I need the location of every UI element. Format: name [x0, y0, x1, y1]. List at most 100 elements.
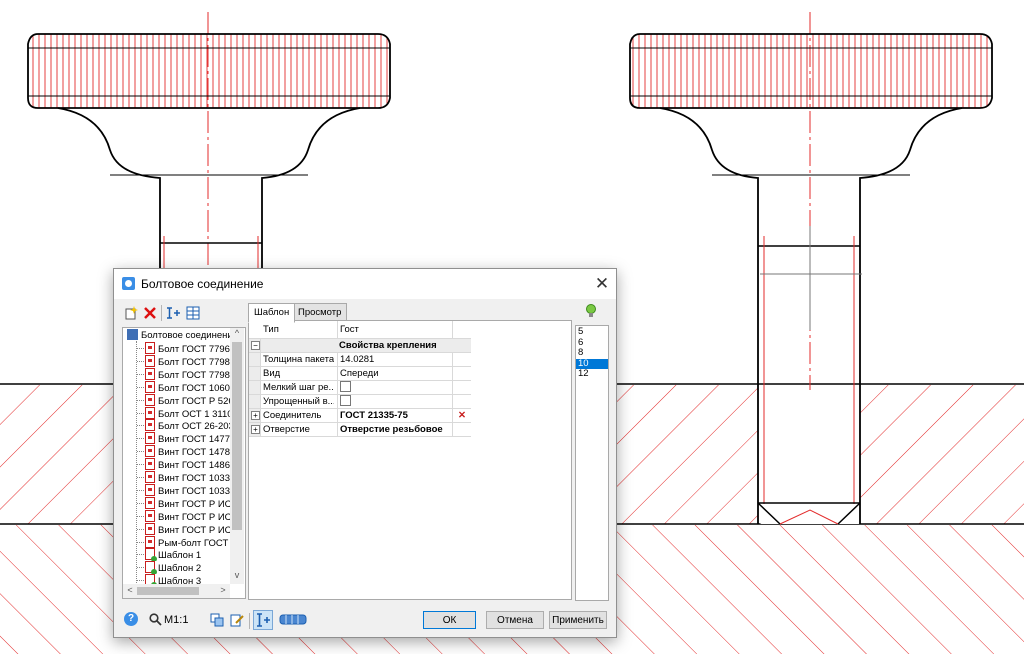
- tree-item[interactable]: Болт ОСТ 1 31104: [137, 406, 232, 420]
- col-gost-header: Гост: [337, 321, 452, 338]
- tree-item[interactable]: Болт ГОСТ 7798-70: [137, 354, 232, 368]
- app-icon: [122, 277, 135, 290]
- toolbar-separator: [161, 305, 162, 321]
- tree-item[interactable]: Винт ГОСТ 10339: [137, 483, 232, 497]
- scroll-right-icon[interactable]: >: [216, 585, 230, 595]
- tree-item-template[interactable]: Шаблон 2: [137, 561, 232, 575]
- grid-row[interactable]: Мелкий шаг ре...: [249, 381, 471, 395]
- new-connection-icon[interactable]: [123, 305, 139, 321]
- size-option[interactable]: 8: [576, 348, 608, 358]
- property-label: Вид: [263, 368, 281, 379]
- tree-root[interactable]: Болтовое соединения: [127, 329, 238, 342]
- tree-item[interactable]: Винт ГОСТ 1478-93: [137, 445, 232, 458]
- fastener-doc-icon: [145, 342, 155, 354]
- checkbox[interactable]: [340, 381, 351, 392]
- section-title: Свойства крепления: [339, 340, 437, 351]
- tree-item[interactable]: Рым-болт ГОСТ 4751: [137, 535, 232, 549]
- tree-item-template[interactable]: Шаблон 1: [137, 548, 232, 562]
- tree-item-label: Болт ОСТ 26-2037: [158, 421, 232, 433]
- collapse-icon[interactable]: −: [251, 341, 260, 350]
- fastener-doc-icon: [145, 367, 155, 380]
- help-icon[interactable]: ?: [124, 612, 138, 626]
- delete-icon[interactable]: [142, 305, 158, 321]
- template-icon: [145, 561, 157, 575]
- tree-item-label: Винт ГОСТ Р ИСО: [158, 511, 232, 523]
- expand-icon[interactable]: +: [251, 411, 260, 420]
- tree-item[interactable]: Винт ГОСТ 1477-93: [137, 432, 232, 445]
- tree-item[interactable]: Болт ГОСТ 7796-70: [137, 342, 232, 355]
- insert-bolt-icon[interactable]: [165, 305, 181, 321]
- size-option[interactable]: 12: [576, 369, 608, 379]
- fastener-doc-icon: [145, 471, 155, 483]
- hscroll-thumb[interactable]: [137, 587, 199, 595]
- tree-item[interactable]: Винт ГОСТ Р ИСО: [137, 509, 232, 523]
- zoom-icon[interactable]: [149, 613, 162, 626]
- tree-item[interactable]: Винт ГОСТ 10338: [137, 471, 232, 484]
- tree-item[interactable]: Болт ГОСТ 7798-70: [137, 367, 232, 381]
- size-list[interactable]: 5 6 8 10 12: [575, 325, 609, 601]
- dialog-title: Болтовое соединение: [141, 277, 264, 291]
- ok-button[interactable]: ОК: [423, 611, 476, 629]
- property-label: Отверстие: [263, 424, 310, 435]
- connection-tree[interactable]: Болтовое соединения Болт ГОСТ 7796-70Бол…: [122, 327, 246, 599]
- checkbox[interactable]: [340, 395, 351, 406]
- row-action-cell: [452, 423, 471, 436]
- tree-item[interactable]: Винт ГОСТ Р ИСО: [137, 522, 232, 536]
- tree-horizontal-scrollbar[interactable]: < >: [123, 584, 230, 598]
- edit-icon[interactable]: [230, 613, 244, 627]
- dialog-titlebar[interactable]: Болтовое соединение ✕: [114, 269, 616, 299]
- template-icon: [145, 548, 157, 562]
- lightbulb-icon[interactable]: [584, 303, 598, 319]
- grid-row[interactable]: − Свойства крепления: [249, 339, 471, 353]
- fastener-doc-icon: [145, 535, 155, 548]
- tree-item-label: Рым-болт ГОСТ 4751: [158, 537, 232, 549]
- delete-row-icon[interactable]: ✕: [452, 409, 471, 422]
- row-action-cell: [452, 381, 471, 394]
- fastener-doc-icon: [145, 445, 155, 458]
- grid-row[interactable]: Вид Спереди: [249, 367, 471, 381]
- tree-item[interactable]: Болт ГОСТ Р 52644: [137, 393, 232, 407]
- fastener-doc-icon: [145, 354, 155, 367]
- size-option[interactable]: 6: [576, 337, 608, 348]
- fastener-doc-icon: [145, 496, 155, 509]
- scroll-left-icon[interactable]: <: [123, 585, 137, 595]
- property-checkbox[interactable]: [337, 395, 452, 408]
- grid-row[interactable]: Толщина пакета 14.0281: [249, 353, 471, 367]
- bolt-insert-icon[interactable]: [253, 610, 273, 630]
- fastener-icon[interactable]: [278, 612, 308, 627]
- property-value[interactable]: Отверстие резьбовое: [337, 423, 452, 436]
- grid-row[interactable]: Упрощенный в...: [249, 395, 471, 409]
- dialog-footer: ? М1:1 ОК Отмена Применить: [114, 605, 616, 635]
- footer-separator: [249, 613, 250, 629]
- cancel-button[interactable]: Отмена: [486, 611, 544, 629]
- scroll-thumb[interactable]: [232, 342, 242, 530]
- size-option[interactable]: 5: [576, 327, 608, 337]
- apply-button[interactable]: Применить: [549, 611, 607, 629]
- fastener-doc-icon: [145, 432, 155, 445]
- tree-item[interactable]: Болт ГОСТ 10602-94: [137, 380, 232, 394]
- bolt-connection-dialog: Болтовое соединение ✕ Болтовое соединени…: [113, 268, 617, 638]
- property-value[interactable]: Спереди: [337, 367, 452, 380]
- grid-row[interactable]: + Отверстие Отверстие резьбовое: [249, 423, 471, 437]
- tree-item-label: Винт ГОСТ 10338: [158, 473, 232, 484]
- tree-vertical-scrollbar[interactable]: ^ v: [230, 328, 244, 584]
- tree-item-label: Винт ГОСТ 10339: [158, 485, 232, 497]
- property-value[interactable]: ГОСТ 21335-75: [337, 409, 452, 422]
- tree-item[interactable]: Винт ГОСТ 1486-84: [137, 458, 232, 471]
- scroll-up-icon[interactable]: ^: [230, 328, 244, 338]
- row-action-cell: [452, 353, 471, 366]
- tree-item[interactable]: Болт ОСТ 26-2037: [137, 419, 232, 432]
- table-edit-icon[interactable]: [185, 305, 201, 321]
- close-button[interactable]: ✕: [588, 269, 616, 299]
- grid-row[interactable]: + Соединитель ГОСТ 21335-75 ✕: [249, 409, 471, 423]
- scroll-down-icon[interactable]: v: [230, 570, 244, 580]
- fastener-doc-icon: [145, 509, 155, 522]
- property-value[interactable]: 14.0281: [337, 353, 452, 366]
- tree-item[interactable]: Винт ГОСТ Р ИСО: [137, 496, 232, 510]
- property-checkbox[interactable]: [337, 381, 452, 394]
- tree-item-label: Винт ГОСТ Р ИСО: [158, 524, 232, 536]
- expand-icon[interactable]: +: [251, 425, 260, 434]
- size-option[interactable]: 10: [576, 358, 608, 369]
- layers-icon[interactable]: [210, 613, 224, 627]
- tab-template[interactable]: Шаблон: [248, 303, 296, 323]
